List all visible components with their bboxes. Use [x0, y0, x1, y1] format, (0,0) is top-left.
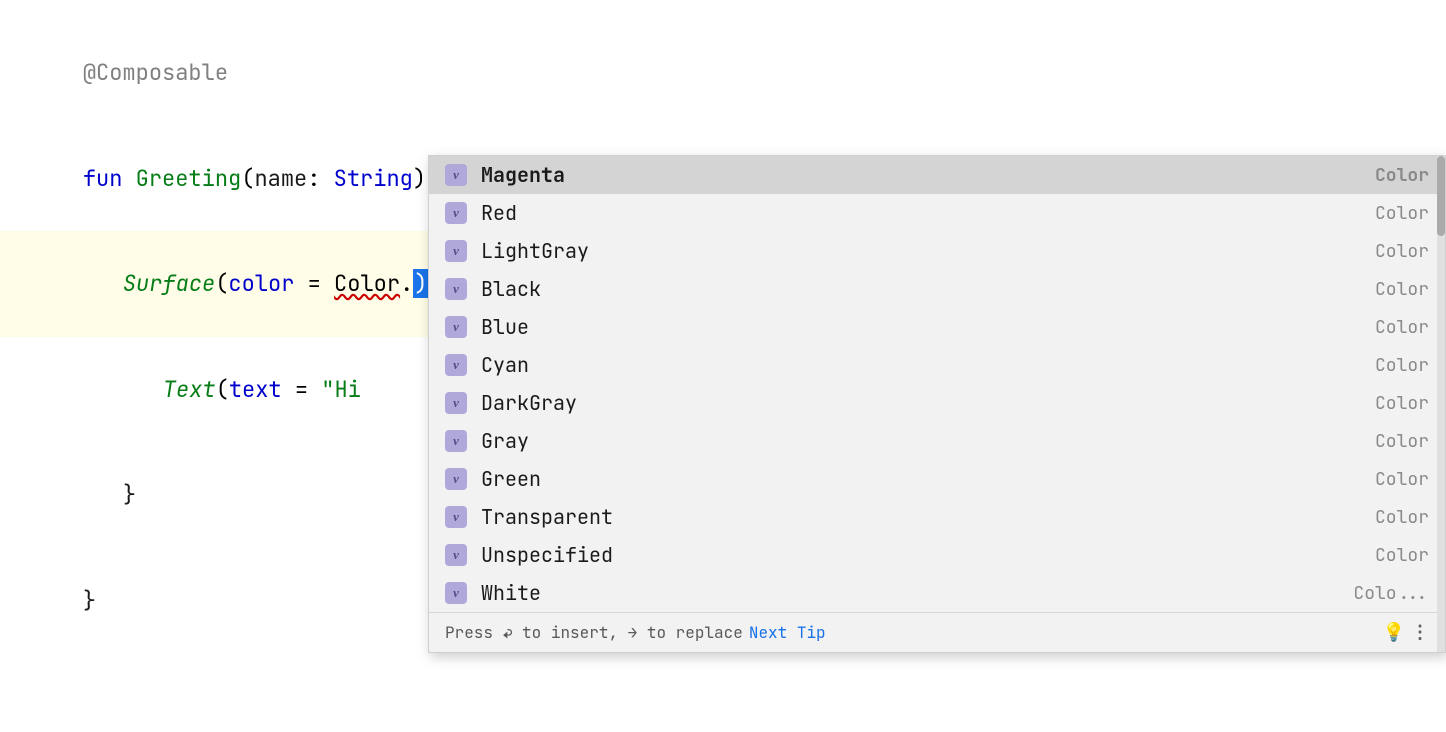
item-icon-cyan: v	[445, 354, 467, 376]
type-string: String	[334, 164, 413, 193]
item-icon-blue: v	[445, 316, 467, 338]
item-icon-unspecified: v	[445, 544, 467, 566]
eq2: =	[282, 375, 322, 404]
surface-fn: Surface	[123, 269, 215, 298]
dropdown-scrollbar[interactable]	[1437, 156, 1445, 652]
autocomplete-item-magenta[interactable]: v Magenta Color	[429, 156, 1445, 194]
autocomplete-list: v Magenta Color v Red Color v LightGray …	[429, 156, 1445, 612]
dot: .	[400, 269, 413, 298]
autocomplete-item-black[interactable]: v Black Color	[429, 270, 1445, 308]
item-icon-lightgray: v	[445, 240, 467, 262]
eq: =	[294, 269, 334, 298]
autocomplete-item-transparent[interactable]: v Transparent Color	[429, 498, 1445, 536]
item-type-lightgray: Color	[1375, 240, 1429, 263]
item-type-gray: Color	[1375, 430, 1429, 453]
text-fn: Text	[163, 375, 216, 404]
item-icon-darkgray: v	[445, 392, 467, 414]
item-type-blue: Color	[1375, 316, 1429, 339]
scrollbar-thumb	[1437, 156, 1445, 236]
cursor: )	[413, 269, 428, 298]
item-label-unspecified: Unspecified	[481, 542, 1375, 568]
item-label-lightgray: LightGray	[481, 238, 1375, 264]
function-name: Greeting	[136, 164, 242, 193]
autocomplete-footer: Press ↩ to insert, → to replace Next Tip…	[429, 612, 1445, 652]
item-label-cyan: Cyan	[481, 352, 1375, 378]
autocomplete-item-lightgray[interactable]: v LightGray Color	[429, 232, 1445, 270]
bulb-icon[interactable]: 💡	[1383, 621, 1405, 644]
item-type-transparent: Color	[1375, 506, 1429, 529]
more-options-icon[interactable]: ⋮	[1411, 621, 1429, 644]
item-type-unspecified: Color	[1375, 544, 1429, 567]
item-label-white: White	[481, 580, 1353, 606]
footer-hint-text: Press ↩ to insert, → to replace	[445, 622, 743, 643]
keyword-fun: fun	[83, 164, 136, 193]
autocomplete-item-gray[interactable]: v Gray Color	[429, 422, 1445, 460]
item-icon-black: v	[445, 278, 467, 300]
item-icon-white: v	[445, 582, 467, 604]
item-label-magenta: Magenta	[481, 162, 1375, 188]
colon: :	[307, 164, 333, 193]
annotation-composable: @Composable	[83, 58, 228, 87]
autocomplete-item-white[interactable]: v White Colo...	[429, 574, 1445, 612]
item-type-white: Colo...	[1353, 582, 1429, 605]
color-param: color	[228, 269, 294, 298]
autocomplete-dropdown: v Magenta Color v Red Color v LightGray …	[428, 155, 1446, 653]
item-label-red: Red	[481, 200, 1375, 226]
item-icon-green: v	[445, 468, 467, 490]
item-label-gray: Gray	[481, 428, 1375, 454]
close-brace-1: }	[123, 480, 136, 509]
string-hi: "Hi	[321, 375, 361, 404]
item-icon-red: v	[445, 202, 467, 224]
color-squiggly: Color	[334, 269, 400, 298]
autocomplete-item-darkgray[interactable]: v DarkGray Color	[429, 384, 1445, 422]
item-label-blue: Blue	[481, 314, 1375, 340]
item-type-black: Color	[1375, 278, 1429, 301]
item-icon-magenta: v	[445, 164, 467, 186]
item-type-magenta: Color	[1375, 164, 1429, 187]
item-label-darkgray: DarkGray	[481, 390, 1375, 416]
autocomplete-item-red[interactable]: v Red Color	[429, 194, 1445, 232]
param-name: name	[254, 164, 307, 193]
next-tip-button[interactable]: Next Tip	[749, 622, 826, 643]
item-label-green: Green	[481, 466, 1375, 492]
code-line-1: @Composable	[30, 20, 1416, 126]
item-icon-gray: v	[445, 430, 467, 452]
item-label-black: Black	[481, 276, 1375, 302]
paren3: (	[216, 375, 229, 404]
item-type-cyan: Color	[1375, 354, 1429, 377]
item-type-green: Color	[1375, 468, 1429, 491]
text-param: text	[229, 375, 282, 404]
item-type-darkgray: Color	[1375, 392, 1429, 415]
item-icon-transparent: v	[445, 506, 467, 528]
item-type-red: Color	[1375, 202, 1429, 225]
autocomplete-item-unspecified[interactable]: v Unspecified Color	[429, 536, 1445, 574]
paren2: (	[215, 269, 228, 298]
autocomplete-item-cyan[interactable]: v Cyan Color	[429, 346, 1445, 384]
close-brace-2: }	[83, 586, 96, 615]
autocomplete-item-green[interactable]: v Green Color	[429, 460, 1445, 498]
item-label-transparent: Transparent	[481, 504, 1375, 530]
autocomplete-item-blue[interactable]: v Blue Color	[429, 308, 1445, 346]
paren-open: (	[241, 164, 254, 193]
